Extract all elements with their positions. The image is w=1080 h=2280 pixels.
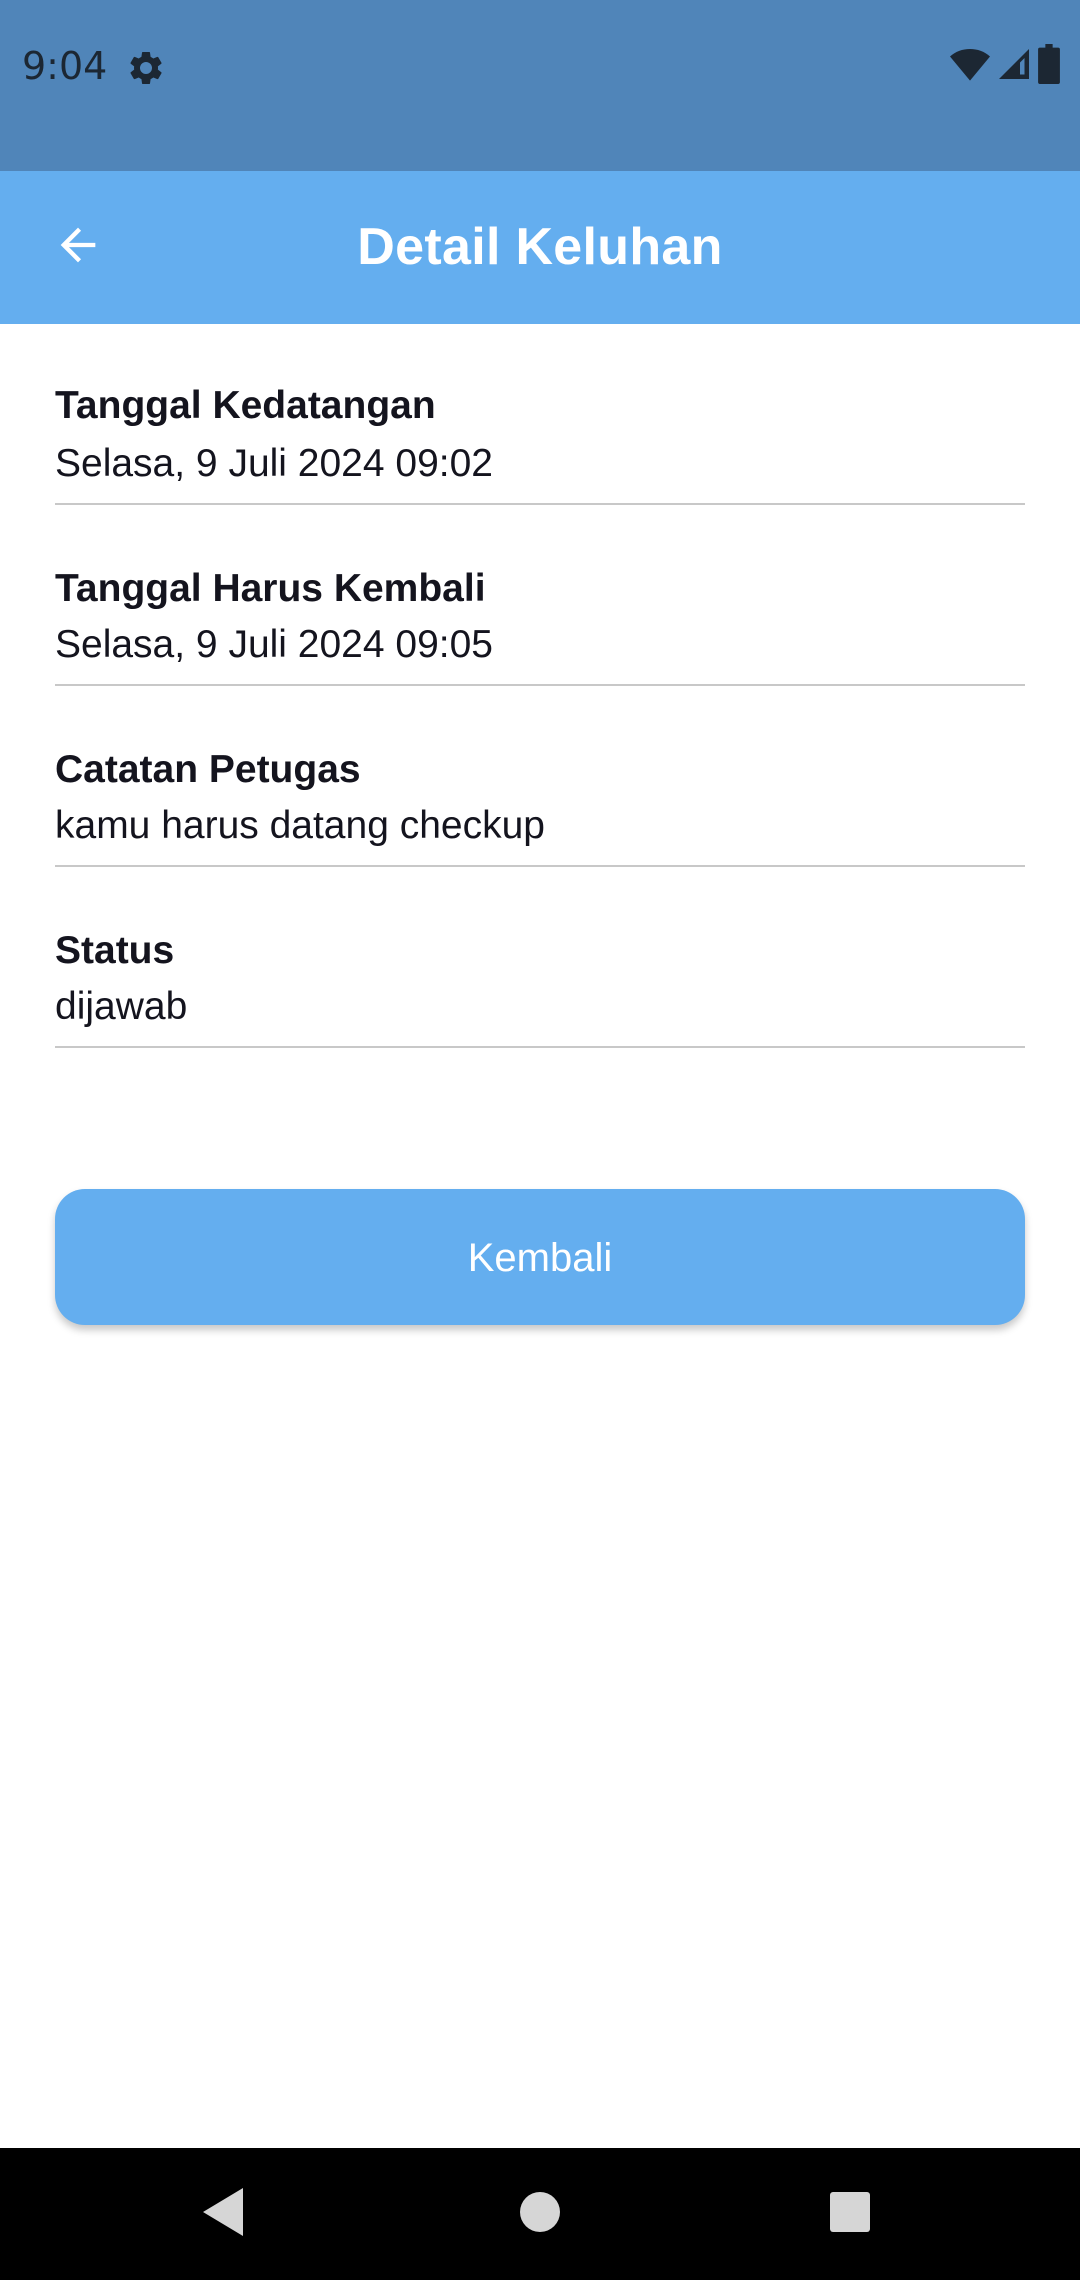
- app-bar: Detail Keluhan: [0, 171, 1080, 324]
- field-label: Catatan Petugas: [55, 748, 361, 791]
- wifi-icon: [950, 47, 990, 86]
- nav-back-icon: [203, 2187, 247, 2241]
- detail-officer-notes: Catatan Petugas kamu harus datang checku…: [55, 686, 1025, 867]
- field-value: Selasa, 9 Juli 2024 09:02: [55, 442, 493, 485]
- system-nav-bar: [0, 2148, 1080, 2280]
- page-title: Detail Keluhan: [357, 218, 723, 276]
- nav-home-icon: [519, 2191, 561, 2238]
- field-label: Tanggal Kedatangan: [55, 384, 436, 427]
- cell-signal-icon: [996, 46, 1032, 87]
- detail-return-date: Tanggal Harus Kembali Selasa, 9 Juli 202…: [55, 505, 1025, 686]
- arrow-back-icon: [52, 219, 104, 276]
- nav-back-button[interactable]: [185, 2174, 265, 2254]
- nav-recents-icon: [829, 2191, 871, 2238]
- field-value: kamu harus datang checkup: [55, 804, 545, 847]
- battery-icon: [1038, 43, 1060, 89]
- detail-arrival-date: Tanggal Kedatangan Selasa, 9 Juli 2024 0…: [55, 324, 1025, 505]
- status-time: 9:04: [22, 44, 108, 88]
- detail-list: Tanggal Kedatangan Selasa, 9 Juli 2024 0…: [55, 324, 1025, 1048]
- field-label: Tanggal Harus Kembali: [55, 567, 486, 610]
- field-value: dijawab: [55, 985, 188, 1028]
- kembali-button[interactable]: Kembali: [55, 1189, 1025, 1325]
- back-button[interactable]: [40, 209, 116, 285]
- field-value: Selasa, 9 Juli 2024 09:05: [55, 623, 493, 666]
- nav-recents-button[interactable]: [810, 2174, 890, 2254]
- detail-status: Status dijawab: [55, 867, 1025, 1048]
- status-bar: 9:04: [0, 0, 1080, 171]
- nav-home-button[interactable]: [500, 2174, 580, 2254]
- settings-gear-icon: [126, 48, 166, 88]
- status-icons: [950, 43, 1060, 89]
- field-label: Status: [55, 929, 175, 972]
